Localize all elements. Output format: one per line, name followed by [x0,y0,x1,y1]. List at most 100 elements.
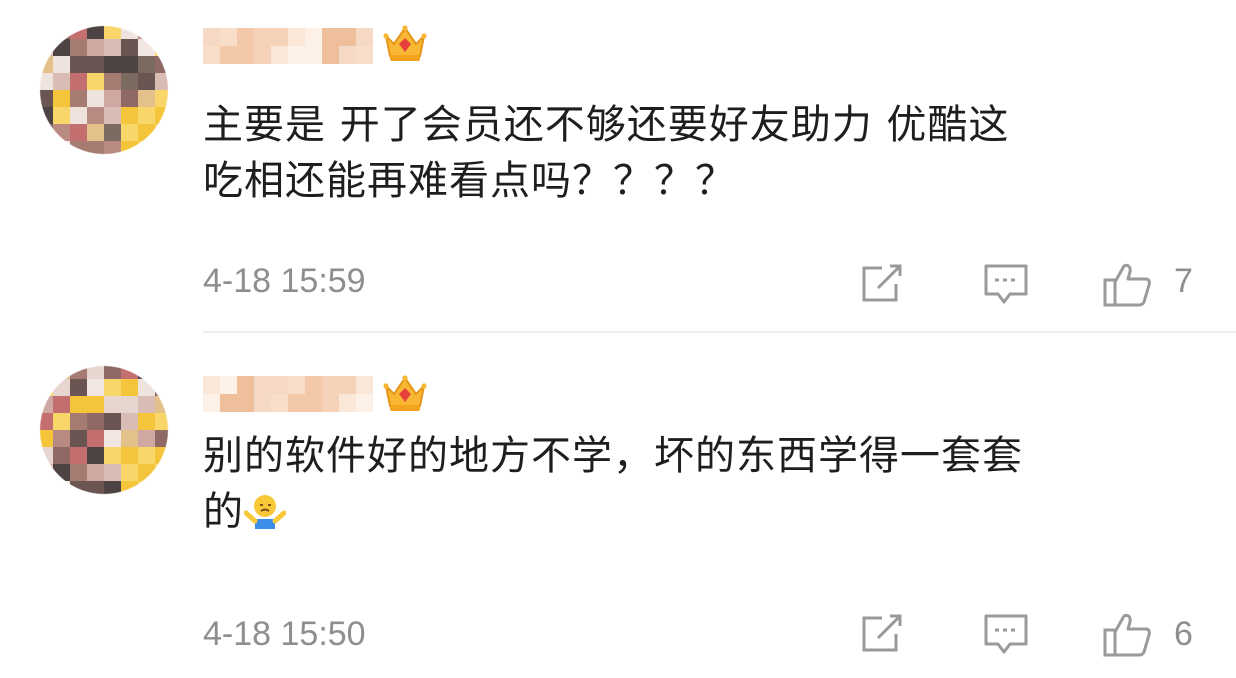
avatar-pixel [121,379,138,396]
avatar-pixel [36,73,53,90]
avatar-pixel [155,39,172,56]
comment-item: 主要是 开了会员还不够还要好友助力 优酷这 吃相还能再难看点吗？？？？ 4-18… [0,0,1236,336]
avatar-pixel [104,56,121,73]
avatar-pixel [138,379,155,396]
avatar-pixel [87,73,104,90]
avatar-pixel [53,39,70,56]
avatar-pixel [36,430,53,447]
like-button[interactable] [1102,612,1152,658]
avatar-pixel [121,90,138,107]
divider [203,331,1236,333]
nickname-pixel [322,46,339,64]
avatar-pixel [155,362,172,379]
nickname-pixel [254,28,271,46]
avatar-pixel [36,22,53,39]
avatar[interactable] [36,362,172,498]
avatar-pixel [138,396,155,413]
avatar-pixel [121,362,138,379]
like-button[interactable] [1102,262,1152,308]
comment-line-text: 的 [203,489,244,535]
nickname-pixel [271,28,288,46]
avatar-pixel [104,22,121,39]
avatar-pixel [121,107,138,124]
avatar-pixel [121,73,138,90]
avatar-pixel [53,379,70,396]
nickname-pixel [356,28,373,46]
avatar-pixel [138,22,155,39]
nickname-pixel [237,376,254,394]
avatar-pixel [53,141,70,158]
avatar-pixel [104,481,121,498]
avatar-pixel [53,124,70,141]
avatar-pixel [121,124,138,141]
avatar-pixel [36,124,53,141]
username-blurred[interactable] [203,376,373,412]
comment-icon [984,264,1028,304]
avatar-pixel [87,379,104,396]
timestamp: 4-18 15:50 [203,615,366,653]
avatar-pixel [104,141,121,158]
avatar-pixel [36,107,53,124]
avatar-pixel [155,107,172,124]
avatar-pixel [104,362,121,379]
timestamp: 4-18 15:59 [203,262,366,300]
repost-button[interactable] [858,612,906,656]
nickname-pixel [220,46,237,64]
avatar-pixel [70,379,87,396]
avatar[interactable] [36,22,172,158]
avatar-pixel [138,464,155,481]
avatar-pixel [36,396,53,413]
thumbs-up-icon [1103,613,1151,657]
avatar-pixel [70,107,87,124]
like-count: 7 [1174,262,1193,300]
nickname-pixel [237,46,254,64]
avatar-pixel [155,73,172,90]
nickname-pixel [203,28,220,46]
avatar-pixel [138,73,155,90]
avatar-pixel [53,73,70,90]
avatar-pixel [70,464,87,481]
nickname-pixel [254,376,271,394]
avatar-pixel [70,396,87,413]
avatar-pixel [138,141,155,158]
nickname-pixel [237,394,254,412]
avatar-pixel [121,413,138,430]
repost-button[interactable] [858,262,906,306]
comment-line: 主要是 开了会员还不够还要好友助力 优酷这 [203,102,1010,148]
username-blurred[interactable] [203,28,373,64]
avatar-pixel [53,362,70,379]
nickname-pixel [271,376,288,394]
avatar-pixel [121,481,138,498]
avatar-pixel [138,362,155,379]
avatar-pixel [53,447,70,464]
nickname-pixel [220,376,237,394]
nickname-pixel [288,394,305,412]
nickname-pixel [288,46,305,64]
avatar-pixel [36,413,53,430]
nickname-pixel [305,28,322,46]
avatar-pixel [138,481,155,498]
avatar-pixel [104,413,121,430]
avatar-pixel [121,56,138,73]
avatar-pixel [155,464,172,481]
nickname-pixel [203,394,220,412]
avatar-pixel [70,39,87,56]
avatar-pixel [121,141,138,158]
avatar-pixel [155,430,172,447]
comment-button[interactable] [982,262,1030,306]
avatar-pixel [36,141,53,158]
like-count: 6 [1174,615,1193,653]
avatar-pixel [104,396,121,413]
avatar-pixel [155,396,172,413]
comment-button[interactable] [982,612,1030,656]
avatar-pixel [70,141,87,158]
comment-line: 吃相还能再难看点吗？？？？ [203,158,736,204]
avatar-pixel [121,39,138,56]
avatar-pixel [155,124,172,141]
avatar-pixel [36,39,53,56]
avatar-pixel [53,430,70,447]
avatar-pixel [121,447,138,464]
avatar-pixel [104,447,121,464]
avatar-pixel [36,464,53,481]
avatar-pixel [155,481,172,498]
